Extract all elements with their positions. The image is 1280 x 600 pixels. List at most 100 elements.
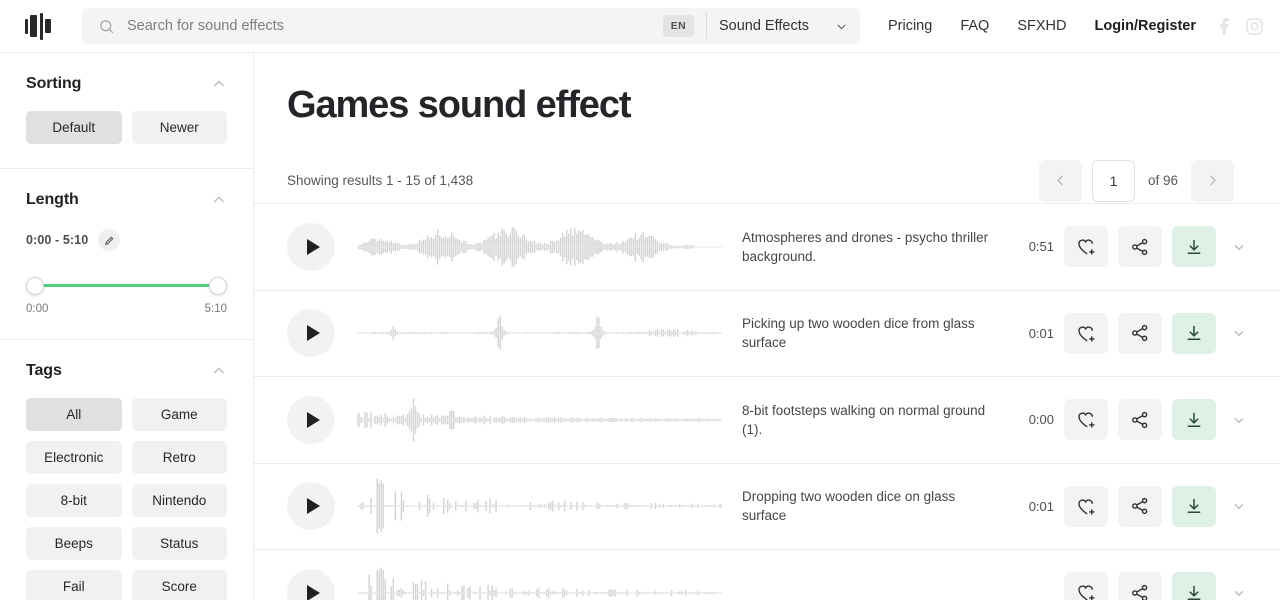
download-button[interactable] (1172, 312, 1216, 354)
play-icon (306, 238, 320, 255)
download-button[interactable] (1172, 485, 1216, 527)
sorting-title: Sorting (26, 75, 82, 92)
track-title[interactable]: 8-bit footsteps walking on normal ground… (722, 401, 1010, 439)
favorite-button[interactable] (1064, 399, 1108, 441)
heart-plus-icon (1077, 585, 1094, 600)
pagination-page-input[interactable]: 1 (1091, 159, 1135, 202)
pagination-total: of 96 (1147, 173, 1178, 188)
waveform[interactable] (357, 304, 722, 362)
favorite-button[interactable] (1064, 572, 1108, 600)
category-dropdown[interactable]: Sound Effects (719, 18, 852, 34)
track-row[interactable]: Picking up two wooden dice from glass su… (254, 291, 1280, 377)
page-body: Sorting Default Newer Length 0:00 - 5:10 (0, 53, 1280, 600)
tag-retro[interactable]: Retro (131, 441, 227, 474)
nav-link-pricing[interactable]: Pricing (888, 18, 932, 34)
track-row[interactable] (254, 550, 1280, 600)
tag-game[interactable]: Game (131, 398, 227, 431)
nav-link-sfxhd[interactable]: SFXHD (1017, 18, 1066, 34)
share-icon (1132, 584, 1148, 600)
tag-status[interactable]: Status (131, 527, 227, 560)
favorite-button[interactable] (1064, 312, 1108, 354)
track-row[interactable]: Atmospheres and drones - psycho thriller… (254, 204, 1280, 291)
category-dropdown-label: Sound Effects (718, 18, 809, 34)
track-list: Atmospheres and drones - psycho thriller… (254, 203, 1280, 600)
track-title[interactable]: Dropping two wooden dice on glass surfac… (722, 487, 1010, 525)
waveform[interactable] (357, 564, 722, 600)
heart-plus-icon (1077, 412, 1094, 428)
share-button[interactable] (1118, 572, 1162, 600)
nav-link-login-register[interactable]: Login/Register (1094, 18, 1196, 34)
expand-row-button[interactable] (1220, 400, 1258, 440)
share-button[interactable] (1118, 399, 1162, 441)
length-section: Length 0:00 - 5:10 0:00 5:10 (0, 169, 253, 340)
download-button[interactable] (1172, 399, 1216, 441)
play-button[interactable] (287, 482, 335, 531)
favorite-button[interactable] (1064, 226, 1108, 268)
share-icon (1132, 498, 1148, 515)
favorite-button[interactable] (1064, 485, 1108, 527)
chevron-up-icon (213, 80, 225, 87)
play-icon (306, 584, 320, 600)
top-header: EN Sound Effects Pricing FAQ SFXHD Login… (0, 0, 1280, 53)
track-title[interactable]: Atmospheres and drones - psycho thriller… (722, 228, 1010, 266)
facebook-icon[interactable] (1220, 17, 1229, 35)
expand-row-button[interactable] (1220, 486, 1258, 526)
sorting-header[interactable]: Sorting (26, 75, 227, 93)
sort-option-newer[interactable]: Newer (131, 111, 227, 144)
sfx-logo[interactable] (18, 10, 58, 42)
logo-bar (30, 15, 38, 37)
length-value-row: 0:00 - 5:10 (26, 229, 227, 251)
expand-row-button[interactable] (1220, 573, 1258, 600)
track-row[interactable]: Dropping two wooden dice on glass surfac… (254, 464, 1280, 550)
length-range-slider[interactable] (26, 277, 227, 295)
sort-option-default[interactable]: Default (26, 111, 122, 144)
expand-row-button[interactable] (1220, 313, 1258, 353)
language-badge[interactable]: EN (662, 15, 694, 37)
tag-nintendo[interactable]: Nintendo (131, 484, 227, 517)
logo-bar (39, 12, 43, 40)
main-content: Games sound effect Showing results 1 - 1… (254, 53, 1280, 600)
share-button[interactable] (1118, 226, 1162, 268)
nav-link-faq[interactable]: FAQ (960, 18, 989, 34)
search-bar[interactable]: EN Sound Effects (82, 8, 860, 44)
instagram-icon[interactable] (1245, 17, 1264, 36)
track-duration: 0:01 (1028, 325, 1054, 341)
play-button[interactable] (287, 568, 335, 600)
share-button[interactable] (1118, 485, 1162, 527)
length-header[interactable]: Length (26, 191, 227, 209)
play-icon (306, 325, 320, 342)
tag-score[interactable]: Score (131, 570, 227, 600)
heart-plus-icon (1077, 499, 1094, 515)
play-button[interactable] (287, 309, 335, 358)
tags-header[interactable]: Tags (26, 362, 227, 380)
edit-length-button[interactable] (98, 229, 121, 251)
tag-all[interactable]: All (26, 398, 122, 431)
chevron-left-icon (1057, 175, 1063, 186)
download-button[interactable] (1172, 226, 1216, 268)
slider-handle-min[interactable] (26, 277, 44, 295)
chevron-down-icon (1234, 244, 1244, 251)
track-title[interactable]: Picking up two wooden dice from glass su… (722, 314, 1010, 352)
download-button[interactable] (1172, 572, 1216, 600)
search-input[interactable] (115, 18, 663, 34)
play-button[interactable] (287, 222, 335, 271)
share-button[interactable] (1118, 312, 1162, 354)
tag-fail[interactable]: Fail (26, 570, 122, 600)
play-button[interactable] (287, 395, 335, 444)
slider-handle-max[interactable] (209, 277, 227, 295)
track-duration: 0:01 (1028, 498, 1054, 514)
expand-row-button[interactable] (1220, 227, 1258, 267)
waveform[interactable] (357, 391, 722, 449)
pagination-next-button[interactable] (1191, 159, 1234, 202)
download-icon (1187, 326, 1201, 341)
share-icon (1132, 238, 1148, 255)
slider-min-label: 0:00 (26, 303, 49, 315)
track-row[interactable]: 8-bit footsteps walking on normal ground… (254, 377, 1280, 464)
heart-plus-icon (1077, 239, 1094, 255)
tag-beeps[interactable]: Beeps (26, 527, 122, 560)
waveform[interactable] (357, 477, 722, 535)
pagination-prev-button[interactable] (1038, 159, 1082, 202)
tag-8bit[interactable]: 8-bit (26, 484, 122, 517)
tag-electronic[interactable]: Electronic (26, 441, 122, 474)
waveform[interactable] (357, 218, 722, 276)
